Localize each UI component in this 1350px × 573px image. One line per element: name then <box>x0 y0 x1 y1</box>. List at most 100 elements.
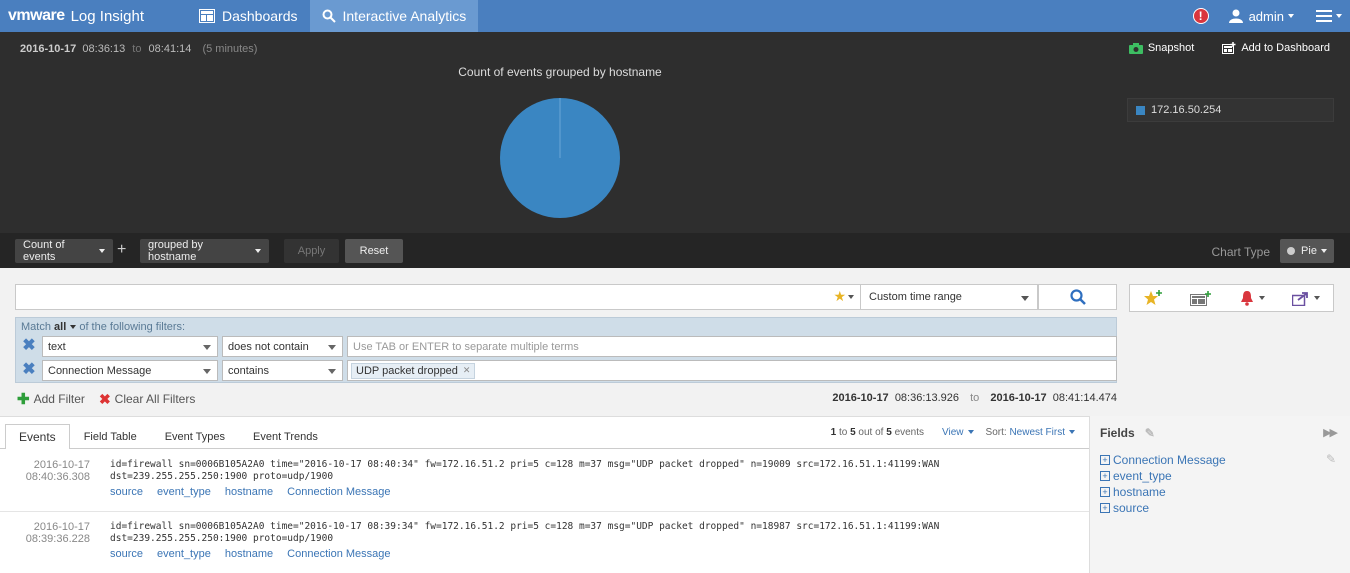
user-name: admin <box>1248 8 1284 24</box>
chevron-down-icon <box>328 369 336 374</box>
results-panel: Events Field Table Event Types Event Tre… <box>0 416 1089 573</box>
page-to-word: to <box>838 427 848 438</box>
filter-value-placeholder: Use TAB or ENTER to separate multiple te… <box>353 340 579 353</box>
export-icon[interactable] <box>1291 291 1320 306</box>
match-suffix: of the following filters: <box>79 321 186 333</box>
sort-dropdown[interactable]: Newest First <box>1009 427 1075 438</box>
event-field-links: source event_type hostname Connection Me… <box>110 548 405 560</box>
tab-field-table[interactable]: Field Table <box>70 424 151 449</box>
event-field-link[interactable]: source <box>110 486 143 498</box>
alert-bell-icon[interactable] <box>1239 290 1265 306</box>
legend-label[interactable]: 172.16.50.254 <box>1151 104 1221 116</box>
view-dropdown[interactable]: View <box>942 427 974 438</box>
time-range-dropdown[interactable]: Custom time range <box>861 284 1038 310</box>
range-end-date: 2016-10-17 <box>990 392 1047 404</box>
event-divider <box>0 511 1089 512</box>
fields-sidebar: Fields ✎ ▶▶ ✎ + Connection Message + event… <box>1089 416 1350 573</box>
filter-value-input[interactable]: Use TAB or ENTER to separate multiple te… <box>347 336 1117 357</box>
add-filter-button[interactable]: ✚ Add Filter <box>17 390 85 408</box>
chart-type-label: Chart Type <box>1211 245 1270 259</box>
event-time: 08:39:36.228 <box>25 533 90 545</box>
field-item[interactable]: + hostname <box>1100 484 1226 500</box>
remove-filter-icon[interactable]: ✖ <box>21 338 37 354</box>
match-mode-dropdown[interactable]: all <box>54 321 77 333</box>
filter-term-tag: UDP packet dropped ✕ <box>351 362 476 379</box>
filter-field-dropdown[interactable]: text <box>42 336 218 357</box>
apply-button[interactable]: Apply <box>284 239 339 263</box>
alert-icon[interactable]: ! <box>1192 8 1209 24</box>
snapshot-button[interactable]: Snapshot <box>1128 42 1194 54</box>
event-field-link[interactable]: Connection Message <box>287 486 390 498</box>
edit-pencil-icon[interactable]: ✎ <box>1145 426 1155 440</box>
aggregation-dropdown[interactable]: Count of events <box>15 239 113 263</box>
chart-start-time: 08:36:13 <box>82 43 126 55</box>
chart-to-label: to <box>132 43 142 55</box>
add-filter-label: Add Filter <box>33 392 85 406</box>
chevron-down-icon <box>1021 296 1029 301</box>
event-field-link[interactable]: source <box>110 548 143 560</box>
match-filter-text: Match all of the following filters: <box>21 321 185 333</box>
event-field-link[interactable]: hostname <box>225 486 273 498</box>
time-range-value: Custom time range <box>869 291 962 303</box>
add-favorite-icon[interactable] <box>1143 290 1163 306</box>
filter-value-input[interactable]: UDP packet dropped ✕ <box>347 360 1117 381</box>
event-field-link[interactable]: hostname <box>225 548 273 560</box>
expand-plus-icon[interactable]: + <box>1100 455 1110 465</box>
tab-event-types[interactable]: Event Types <box>151 424 239 449</box>
group-by-label: grouped by hostname <box>148 239 204 263</box>
chart-time-range: 2016-10-17 08:36:13 to 08:41:14 (5 minut… <box>20 43 257 55</box>
edit-pencil-icon[interactable]: ✎ <box>1326 452 1336 466</box>
filter-operator-value: contains <box>228 364 269 377</box>
nav-tab-dashboards[interactable]: Dashboards <box>187 0 310 32</box>
add-aggregation-button[interactable]: + <box>117 242 126 258</box>
close-icon: ✖ <box>98 390 111 407</box>
favorite-star-icon[interactable]: ★ <box>833 288 854 305</box>
user-icon <box>1228 9 1243 23</box>
nav-tab-label: Interactive Analytics <box>342 8 467 24</box>
expand-plus-icon[interactable]: + <box>1100 487 1110 497</box>
chart-panel: 2016-10-17 08:36:13 to 08:41:14 (5 minut… <box>0 32 1350 268</box>
group-by-dropdown[interactable]: grouped by hostname <box>140 239 269 263</box>
chevron-down-icon <box>1336 14 1342 18</box>
tab-event-trends[interactable]: Event Trends <box>239 424 332 449</box>
event-message[interactable]: id=firewall sn=0006B105A2A0 time="2016-1… <box>110 521 1070 545</box>
remove-filter-icon[interactable]: ✖ <box>21 362 37 378</box>
reset-button[interactable]: Reset <box>345 239 403 263</box>
chevron-down-icon <box>203 345 211 350</box>
field-name: event_type <box>1113 469 1172 483</box>
view-label: View <box>942 427 964 438</box>
add-to-dashboard-icon[interactable] <box>1190 290 1212 306</box>
aggregation-label: Count of events <box>23 239 65 263</box>
brand-prefix: vmware <box>8 7 65 24</box>
event-time: 08:40:36.308 <box>25 471 90 483</box>
event-field-link[interactable]: event_type <box>157 486 211 498</box>
field-item[interactable]: + event_type <box>1100 468 1226 484</box>
remove-term-icon[interactable]: ✕ <box>463 365 471 376</box>
total-events: 5 <box>886 427 892 438</box>
filter-operator-dropdown[interactable]: does not contain <box>222 336 343 357</box>
search-button[interactable] <box>1038 284 1117 310</box>
chart-type-dropdown[interactable]: Pie <box>1280 239 1334 263</box>
collapse-sidebar-icon[interactable]: ▶▶ <box>1323 426 1338 439</box>
search-input[interactable]: ★ <box>15 284 861 310</box>
field-item[interactable]: + source <box>1100 500 1226 516</box>
filter-actions: ✚ Add Filter ✖ Clear All Filters <box>17 390 209 409</box>
filter-field-dropdown[interactable]: Connection Message <box>42 360 218 381</box>
tab-events[interactable]: Events <box>5 424 70 449</box>
add-to-dashboard-button[interactable]: Add to Dashboard <box>1222 42 1330 54</box>
filter-panel: Match all of the following filters: ✖ te… <box>15 317 1117 383</box>
plus-icon: ✚ <box>17 391 30 408</box>
event-field-link[interactable]: event_type <box>157 548 211 560</box>
app-logo[interactable]: vmware Log Insight <box>0 0 187 32</box>
field-item[interactable]: + Connection Message <box>1100 452 1226 468</box>
event-field-link[interactable]: Connection Message <box>287 548 390 560</box>
nav-tab-interactive-analytics[interactable]: Interactive Analytics <box>309 0 479 32</box>
hamburger-menu-icon[interactable] <box>1316 10 1342 22</box>
filter-operator-dropdown[interactable]: contains <box>222 360 343 381</box>
user-menu[interactable]: admin <box>1228 8 1294 24</box>
out-of-word: out of <box>858 427 884 438</box>
expand-plus-icon[interactable]: + <box>1100 503 1110 513</box>
expand-plus-icon[interactable]: + <box>1100 471 1110 481</box>
clear-all-filters-button[interactable]: ✖ Clear All Filters <box>99 390 195 408</box>
event-message[interactable]: id=firewall sn=0006B105A2A0 time="2016-1… <box>110 459 1070 483</box>
